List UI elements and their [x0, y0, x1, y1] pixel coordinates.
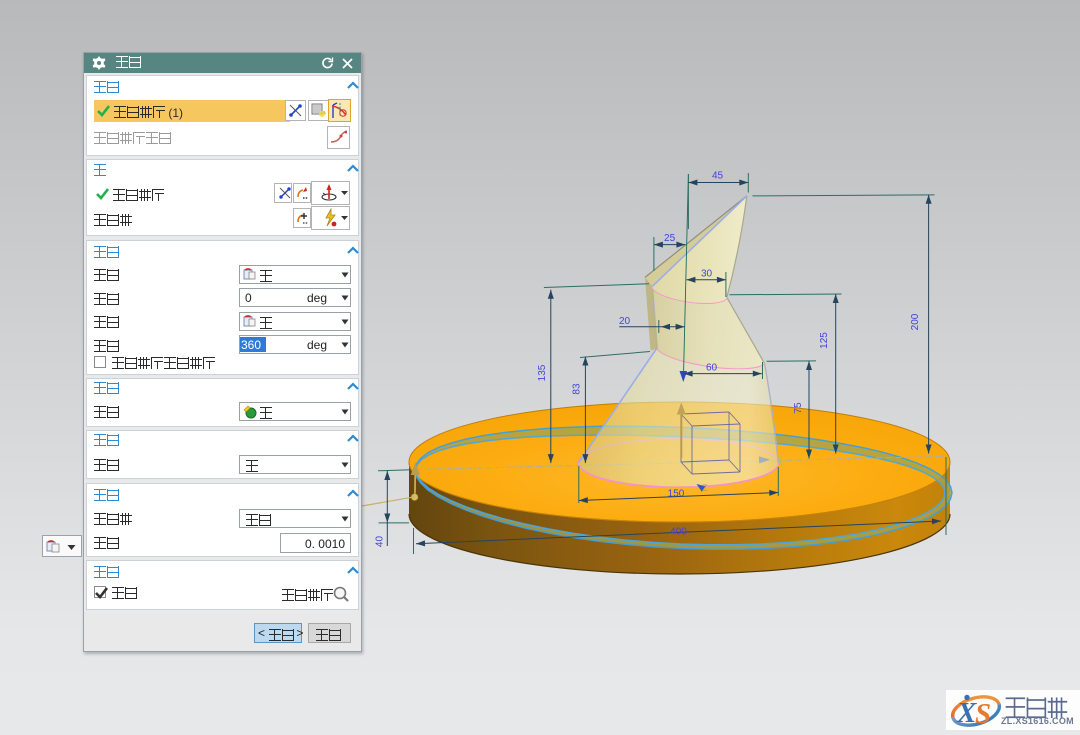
svg-text:60: 60 [706, 362, 718, 373]
svg-text:200: 200 [910, 313, 921, 330]
svg-text:135: 135 [537, 364, 548, 381]
svg-text:400: 400 [670, 527, 687, 538]
svg-text:25: 25 [664, 233, 676, 244]
svg-text:40: 40 [374, 536, 385, 548]
svg-text:X: X [956, 697, 977, 729]
svg-text:75: 75 [793, 402, 804, 414]
svg-text:150: 150 [668, 489, 685, 500]
svg-text:45: 45 [712, 171, 724, 182]
svg-text:83: 83 [571, 383, 582, 395]
svg-text:Z: Z [702, 483, 708, 493]
svg-text:125: 125 [819, 332, 830, 349]
svg-text:S: S [975, 698, 991, 729]
svg-text:20: 20 [619, 316, 631, 327]
svg-text:30: 30 [701, 268, 713, 279]
